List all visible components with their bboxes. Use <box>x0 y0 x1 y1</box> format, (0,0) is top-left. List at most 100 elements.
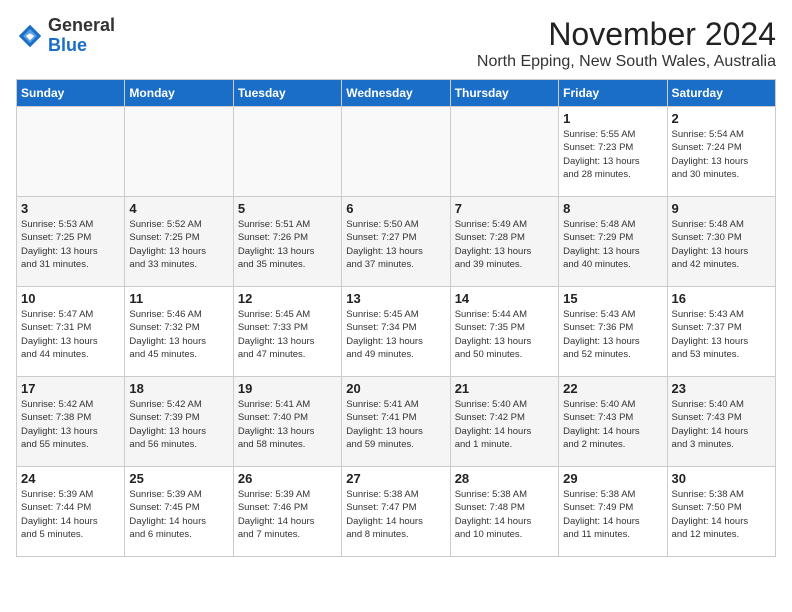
week-row-3: 10 Sunrise: 5:47 AM Sunset: 7:31 PM Dayli… <box>17 287 776 377</box>
day-number: 29 <box>563 471 662 486</box>
day-cell: 10 Sunrise: 5:47 AM Sunset: 7:31 PM Dayli… <box>17 287 125 377</box>
day-number: 10 <box>21 291 120 306</box>
col-header-thursday: Thursday <box>450 80 558 107</box>
logo-blue: Blue <box>48 35 87 55</box>
day-cell: 9 Sunrise: 5:48 AM Sunset: 7:30 PM Daylig… <box>667 197 775 287</box>
day-cell: 28 Sunrise: 5:38 AM Sunset: 7:48 PM Dayli… <box>450 467 558 557</box>
week-row-4: 17 Sunrise: 5:42 AM Sunset: 7:38 PM Dayli… <box>17 377 776 467</box>
day-number: 11 <box>129 291 228 306</box>
day-number: 15 <box>563 291 662 306</box>
day-number: 7 <box>455 201 554 216</box>
day-number: 12 <box>238 291 337 306</box>
day-number: 13 <box>346 291 445 306</box>
day-detail: Sunrise: 5:40 AM Sunset: 7:43 PM Dayligh… <box>563 398 662 451</box>
day-cell: 1 Sunrise: 5:55 AM Sunset: 7:23 PM Daylig… <box>559 107 667 197</box>
week-row-2: 3Sunrise: 5:53 AM Sunset: 7:25 PM Daylig… <box>17 197 776 287</box>
day-number: 14 <box>455 291 554 306</box>
day-detail: Sunrise: 5:39 AM Sunset: 7:45 PM Dayligh… <box>129 488 228 541</box>
day-detail: Sunrise: 5:55 AM Sunset: 7:23 PM Dayligh… <box>563 128 662 181</box>
logo: General Blue <box>16 16 115 56</box>
day-cell: 12 Sunrise: 5:45 AM Sunset: 7:33 PM Dayli… <box>233 287 341 377</box>
day-number: 9 <box>672 201 771 216</box>
day-cell: 5 Sunrise: 5:51 AM Sunset: 7:26 PM Daylig… <box>233 197 341 287</box>
day-cell: 25 Sunrise: 5:39 AM Sunset: 7:45 PM Dayli… <box>125 467 233 557</box>
day-cell: 27 Sunrise: 5:38 AM Sunset: 7:47 PM Dayli… <box>342 467 450 557</box>
week-row-5: 24 Sunrise: 5:39 AM Sunset: 7:44 PM Dayli… <box>17 467 776 557</box>
day-detail: Sunrise: 5:51 AM Sunset: 7:26 PM Dayligh… <box>238 218 337 271</box>
day-cell: 23 Sunrise: 5:40 AM Sunset: 7:43 PM Dayli… <box>667 377 775 467</box>
day-number: 24 <box>21 471 120 486</box>
day-detail: Sunrise: 5:45 AM Sunset: 7:33 PM Dayligh… <box>238 308 337 361</box>
day-number: 28 <box>455 471 554 486</box>
day-number: 20 <box>346 381 445 396</box>
day-cell: 6Sunrise: 5:50 AM Sunset: 7:27 PM Daylig… <box>342 197 450 287</box>
day-number: 2 <box>672 111 771 126</box>
day-cell <box>450 107 558 197</box>
col-header-friday: Friday <box>559 80 667 107</box>
day-cell: 17 Sunrise: 5:42 AM Sunset: 7:38 PM Dayli… <box>17 377 125 467</box>
day-number: 21 <box>455 381 554 396</box>
day-number: 22 <box>563 381 662 396</box>
day-number: 25 <box>129 471 228 486</box>
title-area: November 2024 North Epping, New South Wa… <box>477 16 776 71</box>
day-cell <box>233 107 341 197</box>
day-detail: Sunrise: 5:54 AM Sunset: 7:24 PM Dayligh… <box>672 128 771 181</box>
day-number: 23 <box>672 381 771 396</box>
header: General Blue November 2024 North Epping,… <box>16 16 776 71</box>
day-cell <box>17 107 125 197</box>
day-number: 27 <box>346 471 445 486</box>
day-detail: Sunrise: 5:38 AM Sunset: 7:49 PM Dayligh… <box>563 488 662 541</box>
day-detail: Sunrise: 5:38 AM Sunset: 7:50 PM Dayligh… <box>672 488 771 541</box>
day-cell: 30 Sunrise: 5:38 AM Sunset: 7:50 PM Dayli… <box>667 467 775 557</box>
day-number: 4 <box>129 201 228 216</box>
day-cell: 11 Sunrise: 5:46 AM Sunset: 7:32 PM Dayli… <box>125 287 233 377</box>
day-number: 3 <box>21 201 120 216</box>
day-detail: Sunrise: 5:38 AM Sunset: 7:47 PM Dayligh… <box>346 488 445 541</box>
day-cell <box>342 107 450 197</box>
day-detail: Sunrise: 5:52 AM Sunset: 7:25 PM Dayligh… <box>129 218 228 271</box>
day-cell: 7 Sunrise: 5:49 AM Sunset: 7:28 PM Daylig… <box>450 197 558 287</box>
day-detail: Sunrise: 5:45 AM Sunset: 7:34 PM Dayligh… <box>346 308 445 361</box>
col-header-tuesday: Tuesday <box>233 80 341 107</box>
day-cell: 20 Sunrise: 5:41 AM Sunset: 7:41 PM Dayli… <box>342 377 450 467</box>
day-cell: 8Sunrise: 5:48 AM Sunset: 7:29 PM Daylig… <box>559 197 667 287</box>
day-number: 30 <box>672 471 771 486</box>
day-cell: 29 Sunrise: 5:38 AM Sunset: 7:49 PM Dayli… <box>559 467 667 557</box>
header-row: SundayMondayTuesdayWednesdayThursdayFrid… <box>17 80 776 107</box>
day-detail: Sunrise: 5:40 AM Sunset: 7:43 PM Dayligh… <box>672 398 771 451</box>
col-header-monday: Monday <box>125 80 233 107</box>
calendar-table: SundayMondayTuesdayWednesdayThursdayFrid… <box>16 79 776 557</box>
location-title: North Epping, New South Wales, Australia <box>477 53 776 71</box>
day-detail: Sunrise: 5:47 AM Sunset: 7:31 PM Dayligh… <box>21 308 120 361</box>
day-number: 17 <box>21 381 120 396</box>
day-detail: Sunrise: 5:46 AM Sunset: 7:32 PM Dayligh… <box>129 308 228 361</box>
month-title: November 2024 <box>477 16 776 53</box>
day-detail: Sunrise: 5:42 AM Sunset: 7:38 PM Dayligh… <box>21 398 120 451</box>
day-detail: Sunrise: 5:44 AM Sunset: 7:35 PM Dayligh… <box>455 308 554 361</box>
day-number: 16 <box>672 291 771 306</box>
day-cell: 14 Sunrise: 5:44 AM Sunset: 7:35 PM Dayli… <box>450 287 558 377</box>
day-cell: 19Sunrise: 5:41 AM Sunset: 7:40 PM Dayli… <box>233 377 341 467</box>
day-detail: Sunrise: 5:41 AM Sunset: 7:41 PM Dayligh… <box>346 398 445 451</box>
day-cell: 26Sunrise: 5:39 AM Sunset: 7:46 PM Dayli… <box>233 467 341 557</box>
day-cell: 4 Sunrise: 5:52 AM Sunset: 7:25 PM Daylig… <box>125 197 233 287</box>
week-row-1: 1 Sunrise: 5:55 AM Sunset: 7:23 PM Daylig… <box>17 107 776 197</box>
day-detail: Sunrise: 5:39 AM Sunset: 7:44 PM Dayligh… <box>21 488 120 541</box>
logo-text: General Blue <box>48 16 115 56</box>
day-cell <box>125 107 233 197</box>
day-detail: Sunrise: 5:42 AM Sunset: 7:39 PM Dayligh… <box>129 398 228 451</box>
day-number: 8 <box>563 201 662 216</box>
day-number: 1 <box>563 111 662 126</box>
day-detail: Sunrise: 5:38 AM Sunset: 7:48 PM Dayligh… <box>455 488 554 541</box>
day-detail: Sunrise: 5:41 AM Sunset: 7:40 PM Dayligh… <box>238 398 337 451</box>
col-header-wednesday: Wednesday <box>342 80 450 107</box>
day-cell: 21 Sunrise: 5:40 AM Sunset: 7:42 PM Dayli… <box>450 377 558 467</box>
col-header-sunday: Sunday <box>17 80 125 107</box>
day-number: 26 <box>238 471 337 486</box>
day-detail: Sunrise: 5:48 AM Sunset: 7:30 PM Dayligh… <box>672 218 771 271</box>
day-number: 18 <box>129 381 228 396</box>
day-cell: 15Sunrise: 5:43 AM Sunset: 7:36 PM Dayli… <box>559 287 667 377</box>
day-detail: Sunrise: 5:49 AM Sunset: 7:28 PM Dayligh… <box>455 218 554 271</box>
day-number: 5 <box>238 201 337 216</box>
day-detail: Sunrise: 5:40 AM Sunset: 7:42 PM Dayligh… <box>455 398 554 451</box>
